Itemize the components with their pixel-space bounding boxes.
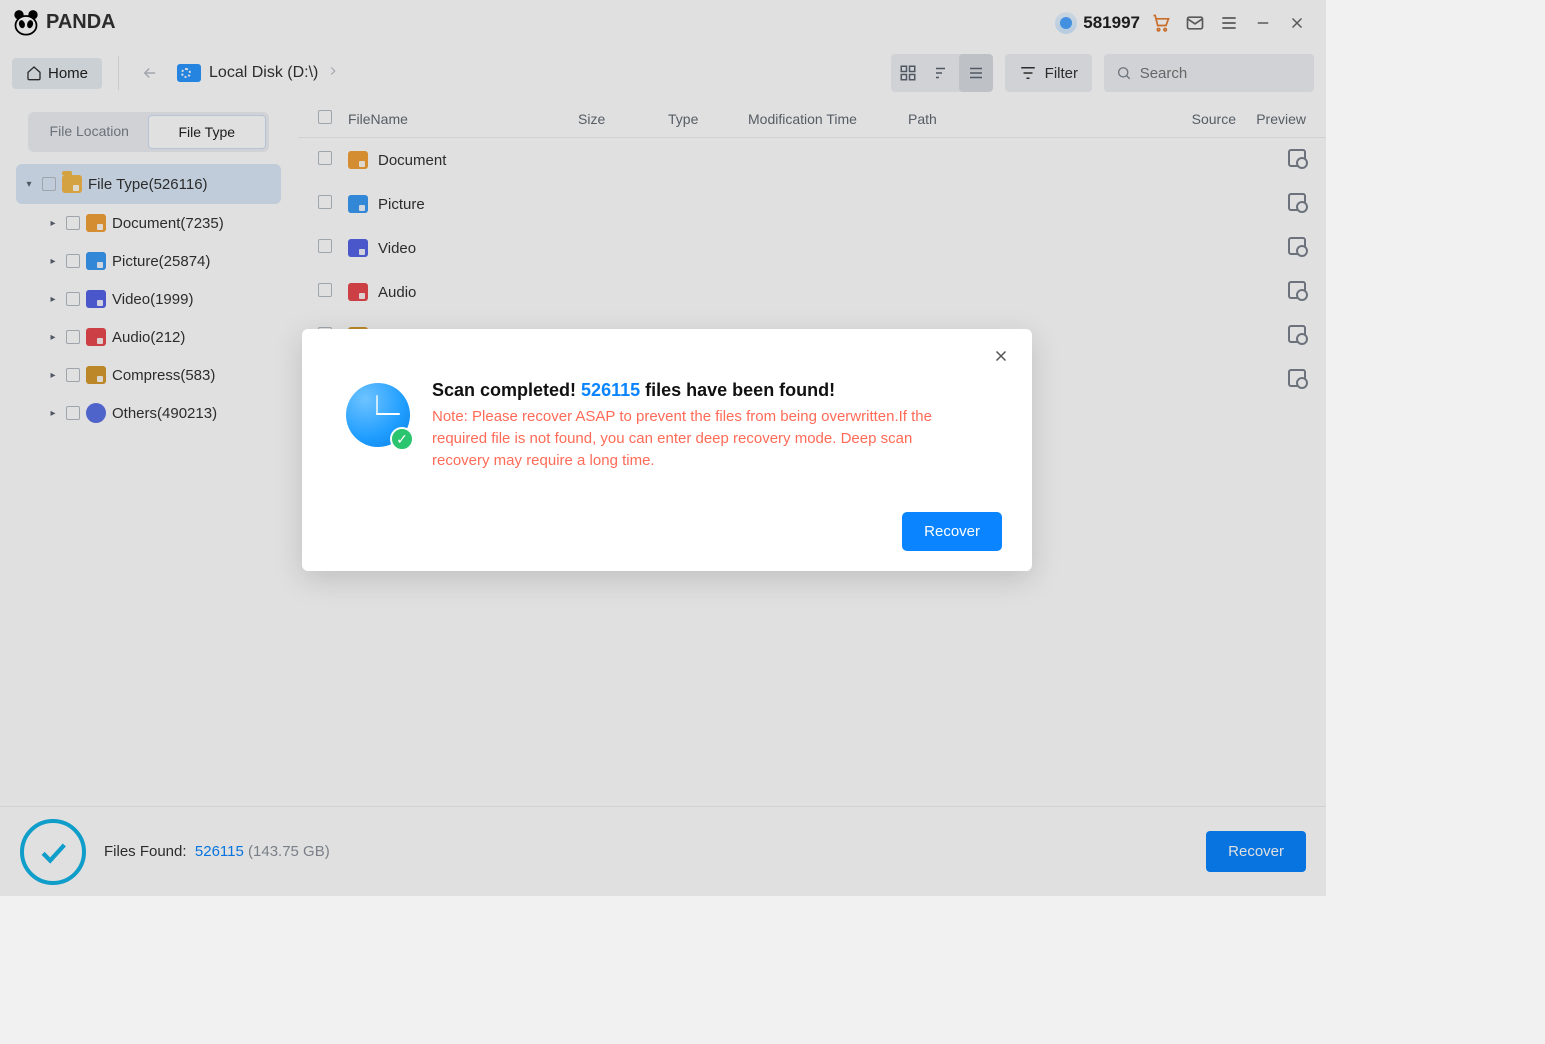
dialog-note: Note: Please recover ASAP to prevent the… — [432, 406, 972, 471]
scan-complete-dialog: ✓ Scan completed! 526115 files have been… — [302, 329, 1032, 571]
dialog-close-button[interactable] — [988, 343, 1014, 369]
dialog-recover-button[interactable]: Recover — [902, 512, 1002, 551]
check-badge-icon: ✓ — [390, 427, 414, 451]
scan-complete-icon: ✓ — [346, 383, 410, 447]
close-icon — [992, 347, 1010, 365]
dialog-headline: Scan completed! 526115 files have been f… — [432, 379, 972, 402]
